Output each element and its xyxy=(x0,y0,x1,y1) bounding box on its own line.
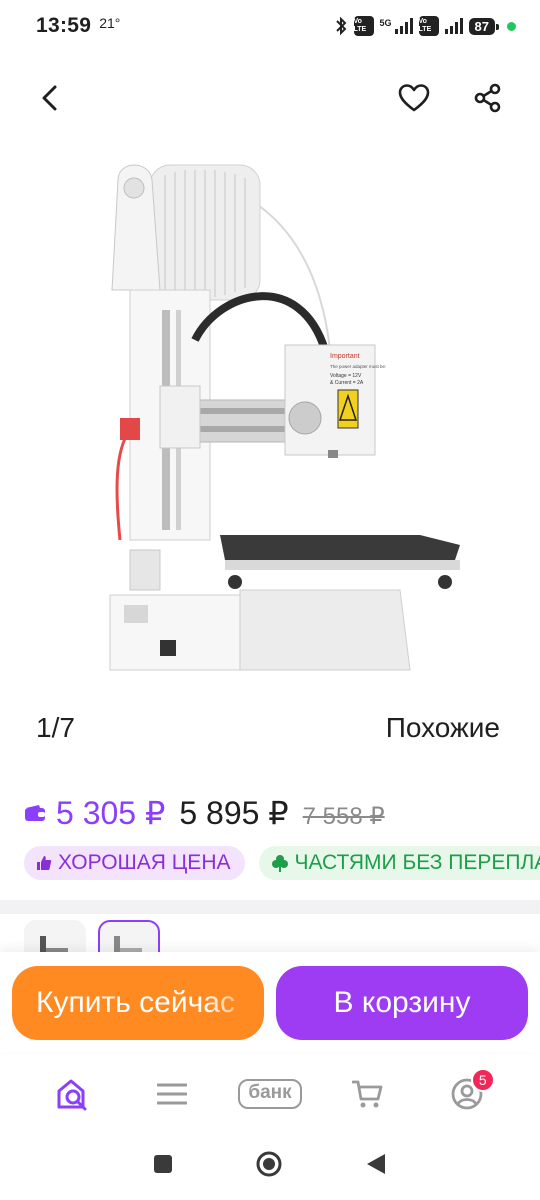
circle-icon xyxy=(256,1151,282,1176)
buy-now-button[interactable]: Купить сейчас xyxy=(12,966,264,1040)
square-icon xyxy=(154,1154,172,1173)
share-icon xyxy=(474,83,501,113)
volte-label: Vo LTE xyxy=(418,18,432,33)
clover-icon xyxy=(271,855,288,872)
tab-profile[interactable]: 5 xyxy=(437,1064,497,1124)
network-type: 5G xyxy=(379,18,392,28)
tab-bank[interactable]: банк xyxy=(238,1064,302,1124)
buy-now-label: Купить сейчас xyxy=(36,986,235,1019)
good-price-badge[interactable]: ХОРОШАЯ ЦЕНА xyxy=(24,846,245,880)
top-nav xyxy=(0,72,540,124)
home-search-icon xyxy=(57,1079,87,1111)
printer-label-note: The power adapter must be: xyxy=(330,364,386,369)
active-dot-icon xyxy=(507,21,516,31)
printer-illustration: Important The power adapter must be: Vol… xyxy=(109,164,460,671)
volte-icon: Vo LTE xyxy=(353,16,374,36)
battery-icon: 87 xyxy=(468,17,500,35)
regular-price: 5 895 ₽ xyxy=(179,795,289,831)
bank-label: банк xyxy=(238,1079,302,1109)
bluetooth-icon xyxy=(335,16,346,36)
back-arrow-icon xyxy=(42,85,57,111)
product-image[interactable]: Important The power adapter must be: Vol… xyxy=(90,150,490,680)
home-button[interactable] xyxy=(255,1150,283,1183)
printer-label-current: & Current = 2A xyxy=(330,380,364,386)
section-divider xyxy=(0,900,540,914)
heart-icon xyxy=(398,84,430,112)
add-to-cart-label: В корзину xyxy=(333,986,471,1019)
status-temperature: 21° xyxy=(99,15,121,31)
thumbs-up-icon xyxy=(37,856,52,870)
cart-icon xyxy=(352,1080,383,1108)
old-price: 7 558 ₽ xyxy=(302,803,385,830)
badges-row: ХОРОШАЯ ЦЕНА ЧАСТЯМИ БЕЗ ПЕРЕПЛАТ xyxy=(24,846,540,884)
notification-badge: 5 xyxy=(470,1068,495,1092)
action-bar: Купить сейчас В корзину xyxy=(0,952,540,1052)
gallery-row: 1/7 Похожие xyxy=(36,712,500,744)
volte-label: Vo LTE xyxy=(353,18,367,33)
signal-icon xyxy=(394,18,413,34)
signal-icon xyxy=(444,18,463,34)
back-button[interactable] xyxy=(28,76,72,120)
share-button[interactable] xyxy=(466,76,510,120)
tab-home[interactable] xyxy=(43,1064,103,1124)
wallet-icon xyxy=(25,805,45,821)
status-bar: 13:59 21° Vo LTE 5G Vo LTE 87 xyxy=(0,0,540,52)
recents-button[interactable] xyxy=(153,1154,173,1179)
menu-icon xyxy=(156,1083,187,1105)
add-to-cart-button[interactable]: В корзину xyxy=(276,966,528,1040)
bottom-tab-bar: банк 5 xyxy=(0,1060,540,1128)
printer-label-important: Important xyxy=(330,353,360,360)
price-row: 5 305 ₽ 5 895 ₽ 7 558 ₽ xyxy=(24,794,385,832)
printer-label-voltage: Voltage = 12V xyxy=(330,373,362,379)
tab-cart[interactable] xyxy=(338,1064,398,1124)
installments-badge[interactable]: ЧАСТЯМИ БЕЗ ПЕРЕПЛАТ xyxy=(258,846,540,880)
system-nav-bar xyxy=(0,1132,540,1200)
volte-icon: Vo LTE xyxy=(418,16,439,36)
status-icons: Vo LTE 5G Vo LTE 87 xyxy=(334,16,516,36)
tab-catalog[interactable] xyxy=(142,1064,202,1124)
back-nav-button[interactable] xyxy=(365,1152,387,1181)
triangle-back-icon xyxy=(367,1153,385,1174)
good-price-label: ХОРОШАЯ ЦЕНА xyxy=(58,851,231,874)
favorite-button[interactable] xyxy=(392,76,436,120)
status-time: 13:59 xyxy=(36,14,92,37)
installments-label: ЧАСТЯМИ БЕЗ ПЕРЕПЛАТ xyxy=(294,851,540,874)
similar-link[interactable]: Похожие xyxy=(386,712,500,744)
card-price: 5 305 ₽ xyxy=(56,795,166,831)
image-counter: 1/7 xyxy=(36,712,75,743)
